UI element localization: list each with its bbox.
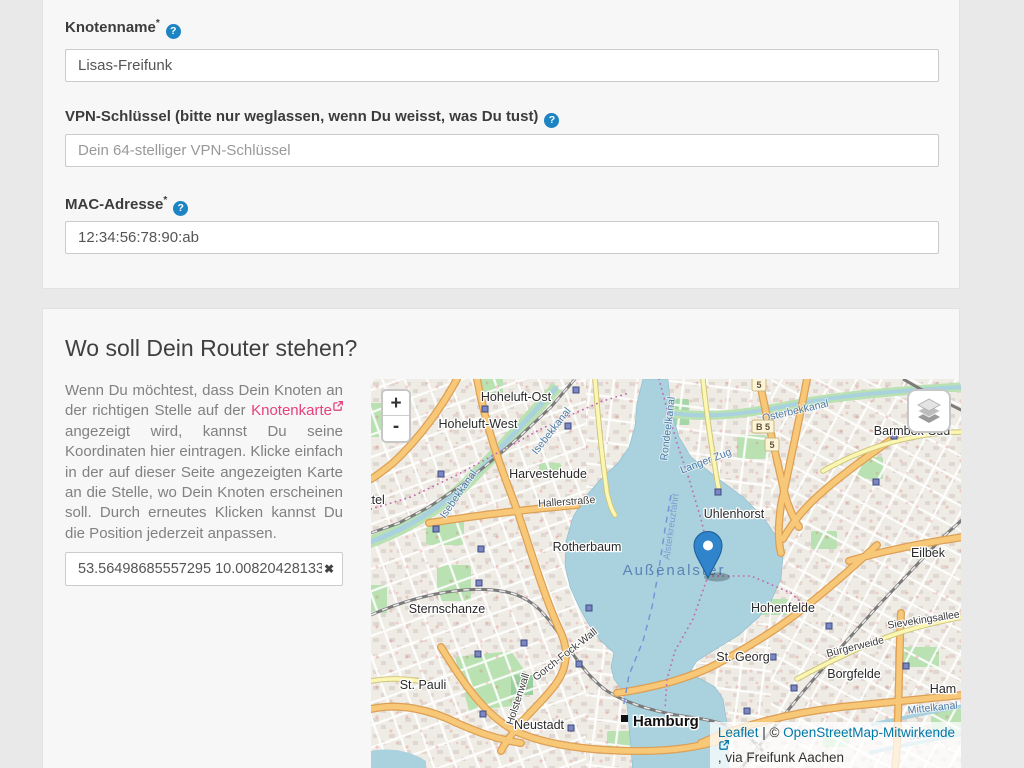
mac-address-input[interactable] [65,221,939,254]
map-label: Rotherbaum [553,540,622,554]
help-icon[interactable]: ? [166,24,181,39]
location-description: Wenn Du möchtest, dass Dein Knoten an de… [65,381,343,544]
clear-icon[interactable]: ✖ [322,562,334,576]
node-form-card: Knotenname*? VPN-Schlüssel (bitte nur we… [42,0,960,289]
zoom-out-button[interactable]: - [383,416,409,441]
road-shield: 5 [752,379,766,391]
required-marker: * [163,195,167,206]
vpn-key-label: VPN-Schlüssel (bitte nur weglassen, wenn… [65,108,559,128]
map-label: Neustadt [514,718,565,732]
description-after: angezeigt wird, kannst Du seine Koordina… [65,423,343,542]
map-canvas[interactable]: Hoheluft-Ost Hoheluft-West Harvestehude ütt… [371,379,961,768]
help-icon[interactable]: ? [173,201,188,216]
city-marker-square [621,715,628,722]
map-label: Ham [930,682,956,696]
svg-text:5: 5 [769,440,774,450]
knotenkarte-link-label: Knotenkarte [251,402,332,419]
mac-address-label: MAC-Adresse*? [65,195,188,216]
external-link-icon [333,401,343,411]
osm-link[interactable]: OpenStreetMap-Mitwirkende [783,725,955,740]
layers-icon [915,397,943,425]
node-name-input[interactable] [65,49,939,82]
location-card: Wo soll Dein Router stehen? Wenn Du möch… [42,308,960,768]
map-tiles: Hoheluft-Ost Hoheluft-West Harvestehude ütt… [371,379,961,768]
map-label: St. Pauli [400,678,447,692]
required-marker: * [156,18,160,29]
external-link-icon [719,740,729,750]
knotenkarte-link[interactable]: Knotenkarte [251,402,343,419]
map-label: Eilbek [911,546,946,560]
vpn-key-input[interactable] [65,134,939,167]
zoom-control: + - [381,389,411,443]
map-label: Uhlenhorst [704,507,765,521]
help-icon[interactable]: ? [544,113,559,128]
road-shield: 5 [765,438,779,451]
attribution-separator: | © [758,725,783,740]
map-label: Hamburg [633,713,699,730]
svg-text:B 5: B 5 [756,422,770,432]
map-label: üttel [371,493,385,507]
road-shield: B 5 [752,420,774,433]
map-label: Borgfelde [827,667,881,681]
page-title: Wo soll Dein Router stehen? [65,335,357,362]
coordinates-input[interactable]: 53.56498685557295 10.00820428133 ✖ [65,552,343,586]
map-attribution: Leaflet | © OpenStreetMap-Mitwirkende , v… [710,722,961,768]
map-label: Hoheluft-West [439,417,518,431]
vpn-key-label-text: VPN-Schlüssel (bitte nur weglassen, wenn… [65,108,538,125]
zoom-in-button[interactable]: + [383,391,409,416]
node-name-label-text: Knotenname [65,19,156,36]
map-label: St. Georg [716,650,770,664]
map-label: Sternschanze [409,602,485,616]
layers-control[interactable] [907,389,951,433]
map-label: Hohenfelde [751,601,815,615]
leaflet-link[interactable]: Leaflet [718,725,759,740]
coordinates-value: 53.56498685557295 10.00820428133 [78,561,322,577]
map-label: Hoheluft-Ost [481,390,552,404]
svg-text:5: 5 [756,380,761,390]
mac-address-label-text: MAC-Adresse [65,196,163,213]
map-label: Harvestehude [509,467,587,481]
node-name-label: Knotenname*? [65,18,181,39]
attribution-suffix: , via Freifunk Aachen [718,750,844,765]
